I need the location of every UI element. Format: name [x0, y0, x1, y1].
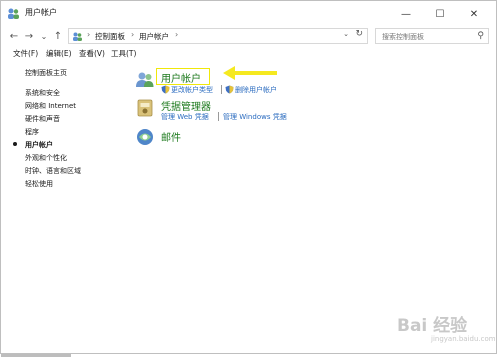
category-title-credential-manager[interactable]: 凭据管理器 [161, 98, 211, 113]
manage-web-credentials-link[interactable]: 管理 Web 凭据 [161, 112, 209, 122]
highlight-box [156, 68, 210, 85]
title-bar: 用户帐户 — ☐ ✕ [1, 1, 496, 27]
link-separator [221, 85, 222, 94]
sidebar-item-programs[interactable]: 程序 [25, 127, 39, 137]
sidebar-item-user-accounts[interactable]: 用户帐户 [25, 140, 53, 150]
sidebar-control-panel-home[interactable]: 控制面板主页 [25, 68, 67, 78]
annotation-arrow-icon [223, 66, 277, 80]
recent-locations-chevron-icon[interactable]: ⌄ [37, 29, 51, 43]
breadcrumb-control-panel[interactable]: 控制面板 [95, 31, 125, 42]
watermark-text: Bai 经验 [397, 316, 468, 336]
up-arrow-icon[interactable]: ↑ [51, 29, 65, 43]
users-icon[interactable] [135, 70, 155, 90]
users-window-icon [8, 8, 19, 19]
control-panel-icon [73, 32, 82, 41]
mail-icon[interactable] [135, 127, 155, 147]
menu-bar: 文件(F) 编辑(E) 查看(V) 工具(T) [1, 47, 496, 61]
search-box[interactable]: 搜索控制面板 ⚲ [375, 28, 489, 44]
manage-windows-credentials-link[interactable]: 管理 Windows 凭据 [223, 112, 287, 122]
window-title: 用户帐户 [25, 8, 57, 17]
breadcrumb-separator-icon: › [175, 30, 179, 39]
refresh-icon[interactable]: ↻ [355, 29, 363, 39]
menu-view[interactable]: 查看(V) [79, 48, 105, 59]
control-panel-window: 用户帐户 — ☐ ✕ ← → ⌄ ↑ › 控制面板 › 用户帐户 › ⌄ ↻ 搜… [0, 0, 497, 357]
search-placeholder: 搜索控制面板 [382, 33, 424, 41]
breadcrumb-separator-icon: › [87, 30, 91, 39]
sidebar-item-appearance[interactable]: 外观和个性化 [25, 153, 67, 163]
search-icon[interactable]: ⚲ [477, 31, 484, 41]
address-dropdown-chevron-icon[interactable]: ⌄ [343, 30, 349, 38]
breadcrumb-user-accounts[interactable]: 用户帐户 [139, 31, 169, 42]
address-bar[interactable]: › 控制面板 › 用户帐户 › ⌄ ↻ [68, 28, 368, 44]
watermark: Bai 经验 jingyan.baidu.com [381, 301, 496, 349]
forward-arrow-icon[interactable]: → [22, 29, 36, 43]
shield-icon [225, 85, 234, 94]
delete-user-account-link[interactable]: 删除用户帐户 [235, 85, 277, 95]
sidebar-item-clock-language-region[interactable]: 时钟、语言和区域 [25, 166, 81, 176]
menu-file[interactable]: 文件(F) [13, 48, 38, 59]
sidebar-item-ease-of-access[interactable]: 轻松使用 [25, 179, 53, 189]
shield-icon [161, 85, 170, 94]
credential-manager-icon[interactable] [135, 98, 155, 118]
navigation-bar: ← → ⌄ ↑ › 控制面板 › 用户帐户 › ⌄ ↻ 搜索控制面板 ⚲ [1, 27, 496, 47]
menu-edit[interactable]: 编辑(E) [46, 48, 72, 59]
current-item-bullet-icon [13, 142, 17, 146]
category-title-mail[interactable]: 邮件 [161, 129, 181, 144]
minimize-button[interactable]: — [389, 1, 423, 27]
sidebar-item-hardware-sound[interactable]: 硬件和声音 [25, 114, 60, 124]
menu-tools[interactable]: 工具(T) [111, 48, 136, 59]
back-arrow-icon[interactable]: ← [7, 29, 21, 43]
change-account-type-link[interactable]: 更改帐户类型 [171, 85, 213, 95]
sidebar-item-system-security[interactable]: 系统和安全 [25, 88, 60, 98]
maximize-button[interactable]: ☐ [423, 1, 457, 27]
watermark-sub: jingyan.baidu.com [431, 335, 496, 343]
link-separator [218, 112, 219, 121]
breadcrumb-separator-icon: › [131, 30, 135, 39]
sidebar-item-network-internet[interactable]: 网络和 Internet [25, 101, 76, 111]
close-button[interactable]: ✕ [457, 1, 491, 27]
